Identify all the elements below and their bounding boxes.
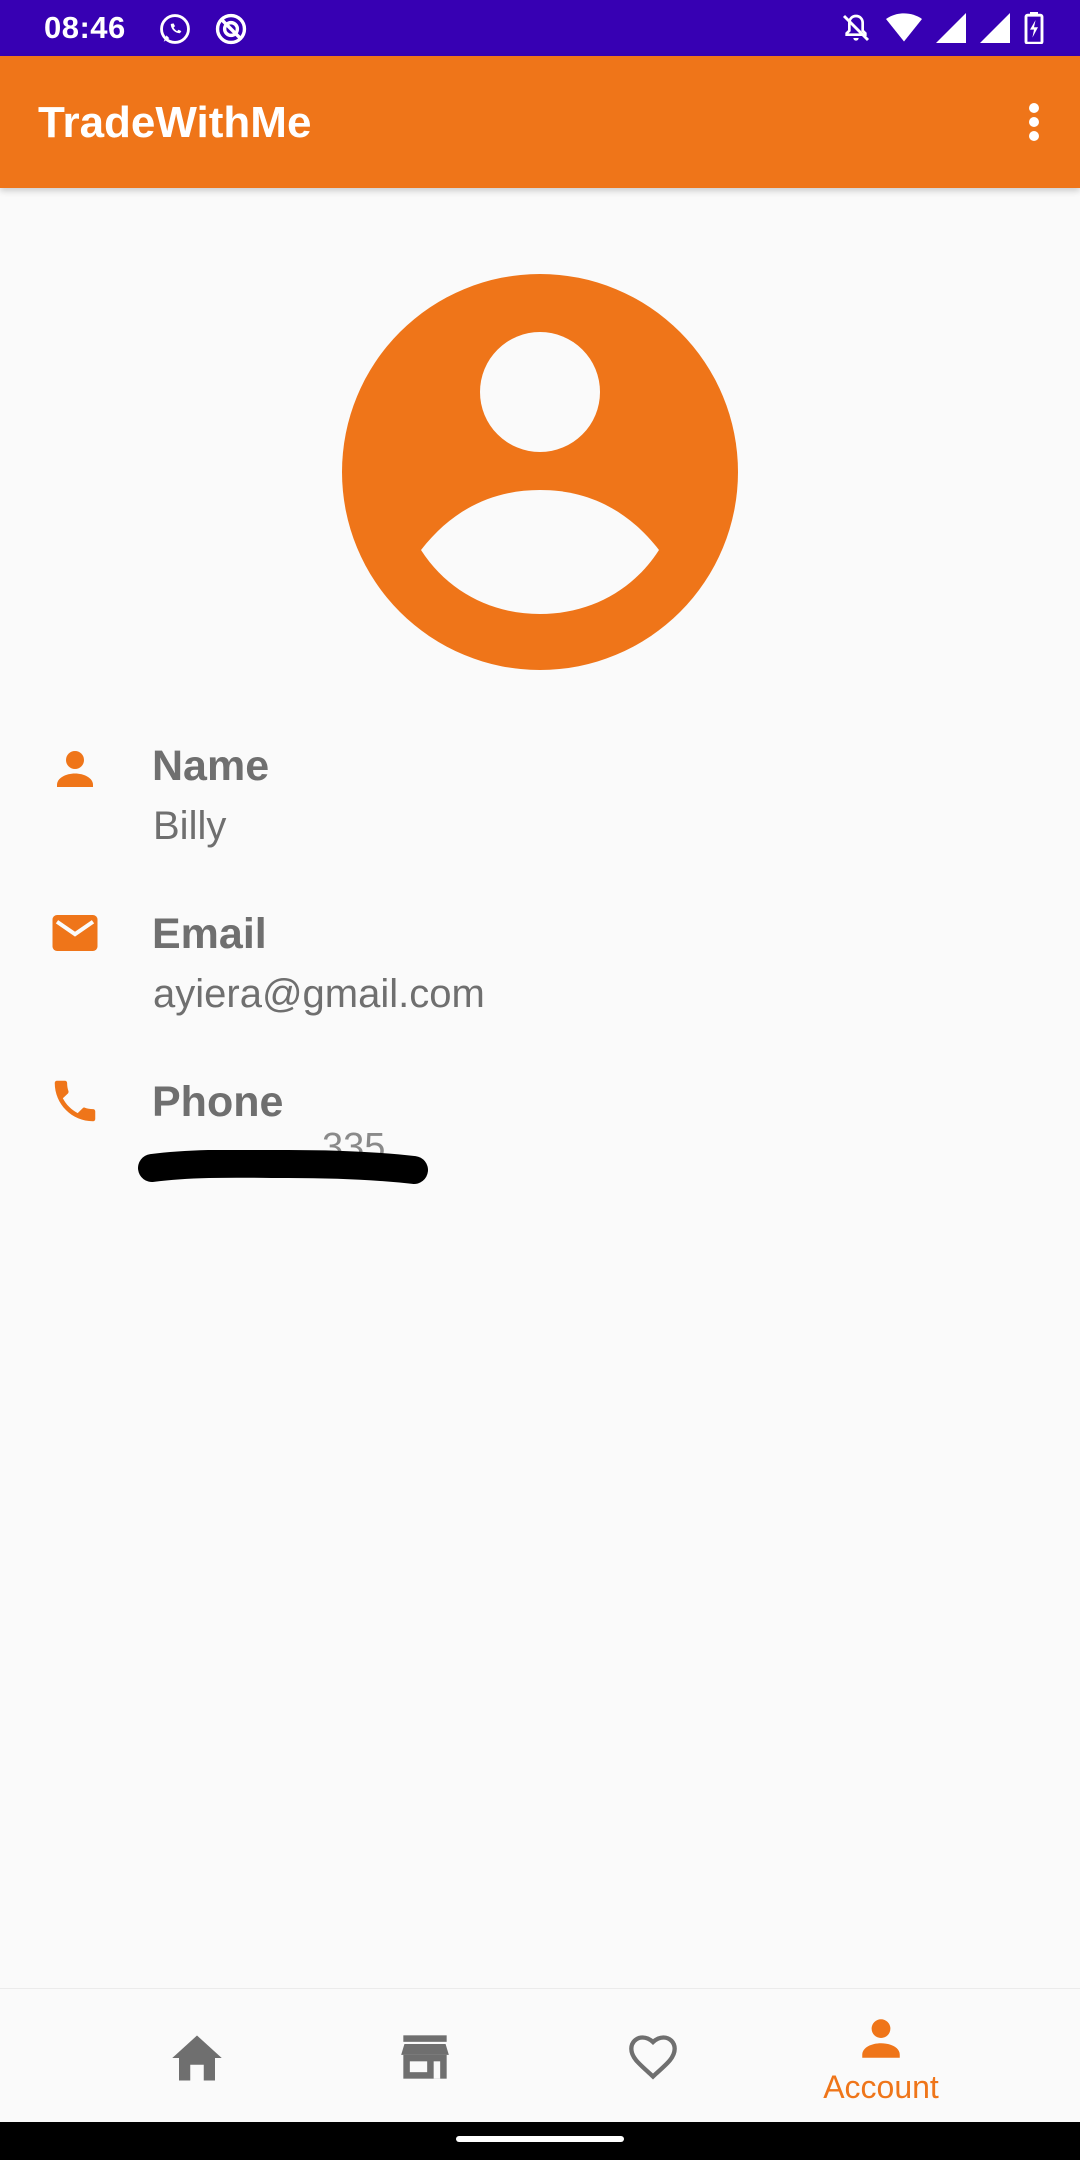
- notifications-off-icon: [840, 12, 872, 44]
- whatsapp-icon: [158, 12, 192, 46]
- battery-charging-icon: [1024, 12, 1044, 44]
- nav-item-home[interactable]: [82, 1989, 312, 2123]
- heart-outline-icon: [627, 2033, 679, 2086]
- person-icon: [856, 2013, 906, 2068]
- signal-icon: [980, 13, 1010, 43]
- profile-email-label: Email: [152, 910, 267, 958]
- phone-icon: [48, 1074, 102, 1128]
- app-title: TradeWithMe: [38, 98, 312, 147]
- account-circle-icon: [342, 274, 738, 670]
- nav-item-account-label: Account: [823, 2069, 939, 2105]
- nav-item-favorites[interactable]: [538, 1989, 768, 2123]
- profile-name-row: Name Billy: [0, 736, 1080, 886]
- redaction-mark: [138, 1150, 428, 1184]
- email-icon: [48, 906, 102, 960]
- store-icon: [399, 2033, 451, 2086]
- sync-icon: [214, 12, 248, 46]
- app-bar: TradeWithMe: [0, 56, 1080, 188]
- more-vert-icon[interactable]: [1004, 92, 1064, 152]
- system-navigation-bar: [0, 2122, 1080, 2160]
- gesture-handle[interactable]: [456, 2136, 624, 2142]
- status-system-icons: [840, 12, 1044, 44]
- profile-phone-label: Phone: [152, 1078, 284, 1126]
- home-icon: [170, 2033, 224, 2088]
- nav-item-account[interactable]: Account: [766, 1989, 996, 2123]
- bottom-navigation: Account: [0, 1988, 1080, 2123]
- status-time: 08:46: [44, 10, 126, 45]
- profile-name-label: Name: [152, 742, 270, 790]
- profile-phone-value-wrap: 335: [138, 1126, 428, 1184]
- profile-name-value: Billy: [153, 804, 227, 848]
- wifi-icon: [886, 13, 922, 43]
- person-icon: [48, 742, 102, 796]
- profile-email-row: Email ayiera@gmail.com: [0, 904, 1080, 1054]
- nav-item-store[interactable]: [310, 1989, 540, 2123]
- signal-icon: [936, 13, 966, 43]
- status-bar: 08:46: [0, 0, 1080, 56]
- status-notification-icons: [158, 12, 248, 46]
- profile-email-value: ayiera@gmail.com: [153, 972, 485, 1016]
